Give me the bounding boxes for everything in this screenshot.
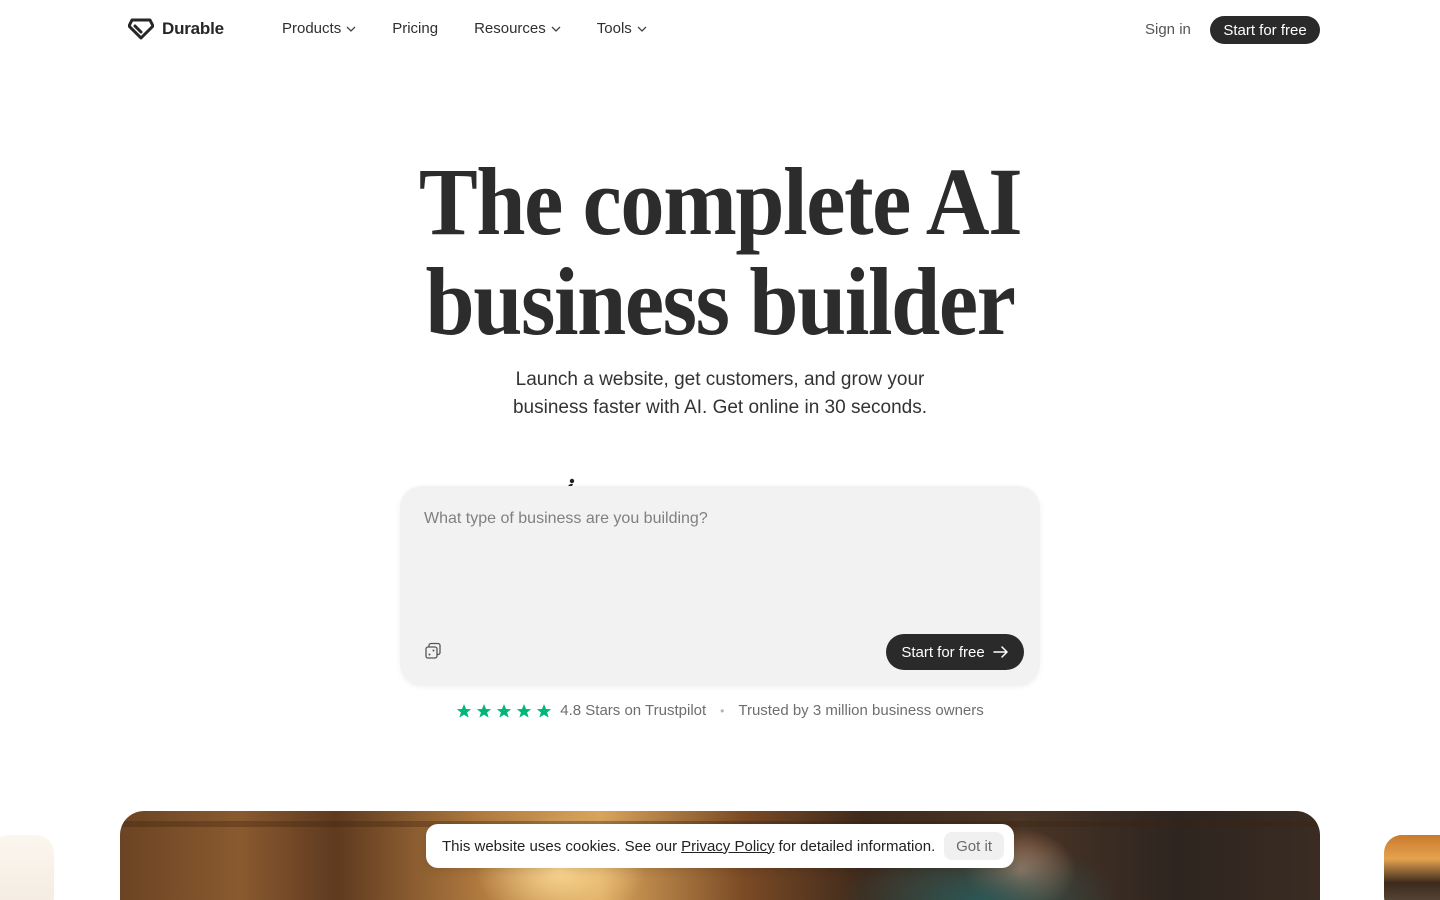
- sign-in-link[interactable]: Sign in: [1145, 21, 1191, 38]
- hero-title: The complete AI business builder: [58, 152, 1383, 352]
- cookie-text-after: for detailed information.: [778, 837, 936, 855]
- business-prompt-box: Start for free: [400, 486, 1040, 686]
- chevron-down-icon: [637, 24, 647, 34]
- dice-icon[interactable]: [424, 642, 442, 660]
- hero-subtitle: Launch a website, get customers, and gro…: [500, 366, 940, 422]
- cookie-text: This website uses cookies. See our: [442, 837, 678, 855]
- trusted-by-text: Trusted by 3 million business owners: [738, 702, 984, 719]
- star-icon: [456, 703, 472, 719]
- hero-title-line: business builder: [425, 248, 1015, 355]
- nav-item-pricing[interactable]: Pricing: [392, 20, 438, 37]
- star-icon: [516, 703, 532, 719]
- star-icon: [496, 703, 512, 719]
- hero-subtitle-line: business faster with AI. Get online in 3…: [512, 397, 927, 418]
- arrow-right-icon: [992, 646, 1009, 658]
- nav-item-products[interactable]: Products: [282, 20, 356, 37]
- star-icon: [476, 703, 492, 719]
- separator-dot: •: [720, 703, 725, 718]
- nav-item-resources[interactable]: Resources: [474, 20, 561, 37]
- chevron-down-icon: [551, 24, 561, 34]
- logo-text: Durable: [162, 19, 224, 38]
- nav-item-label: Pricing: [392, 20, 439, 37]
- privacy-policy-link[interactable]: Privacy Policy: [681, 838, 774, 855]
- star-rating: [456, 703, 552, 719]
- hero-subtitle-line: Launch a website, get customers, and gro…: [515, 369, 925, 390]
- business-type-input[interactable]: [424, 510, 1014, 620]
- nav-item-tools[interactable]: Tools: [597, 20, 647, 37]
- mouse-cursor-icon: [566, 475, 576, 488]
- hero-title-line: The complete AI: [418, 148, 1023, 255]
- nav-item-label: Tools: [596, 20, 632, 37]
- chevron-down-icon: [346, 24, 356, 34]
- carousel-card-left: [0, 835, 54, 900]
- nav-item-label: Products: [282, 20, 342, 37]
- start-for-free-nav-button[interactable]: Start for free: [1210, 16, 1320, 44]
- start-for-free-label: Start for free: [901, 643, 985, 661]
- nav-links: Products Pricing Resources Tools: [282, 20, 647, 37]
- cookie-banner: This website uses cookies. See our Priva…: [426, 824, 1014, 868]
- logo[interactable]: Durable: [128, 18, 224, 40]
- trust-rating: 4.8 Stars on Trustpilot • Trusted by 3 m…: [0, 702, 1440, 719]
- trustpilot-text: 4.8 Stars on Trustpilot: [560, 702, 707, 719]
- carousel-card-right: [1384, 835, 1440, 900]
- start-for-free-button[interactable]: Start for free: [886, 634, 1024, 670]
- top-nav: Durable Products Pricing Resources Tools…: [0, 0, 1440, 60]
- star-icon: [536, 703, 552, 719]
- diamond-logo-icon: [128, 18, 154, 40]
- got-it-button[interactable]: Got it: [944, 832, 1004, 860]
- nav-item-label: Resources: [474, 20, 546, 37]
